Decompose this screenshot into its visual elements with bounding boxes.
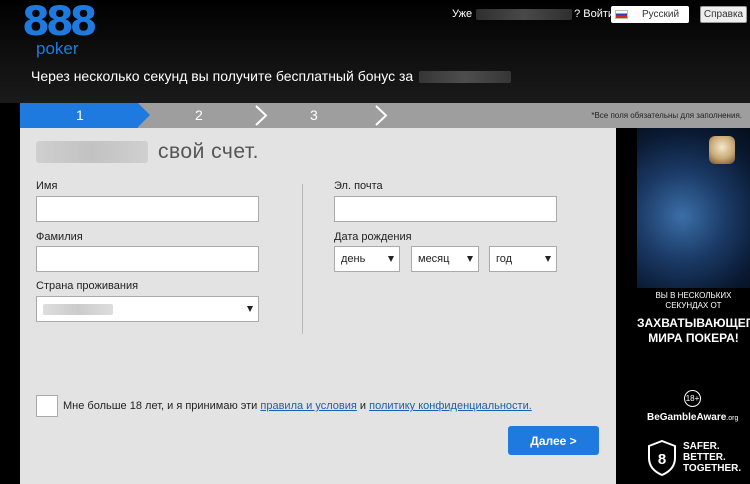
column-divider — [302, 184, 303, 334]
dob-year-select[interactable]: год — [489, 246, 557, 272]
last-name-input[interactable] — [36, 246, 259, 272]
country-select[interactable] — [36, 296, 259, 322]
logo-digits: 888 — [22, 0, 97, 45]
step-3: 3 — [310, 107, 318, 123]
russia-flag-icon — [615, 10, 628, 19]
required-note: *Все поля обязательны для заполнения. — [591, 111, 742, 120]
step-2: 2 — [195, 107, 203, 123]
dob-day-value: день — [341, 253, 366, 265]
dropdown-arrow-icon — [388, 256, 394, 262]
promo-small-text: ВЫ В НЕСКОЛЬКИХ СЕКУНДАХ ОТ — [655, 291, 732, 310]
login-link[interactable]: ? Войти — [574, 8, 614, 21]
agree-prefix: Мне больше 18 лет, и я принимаю эти — [63, 400, 258, 412]
begambleaware-logo: BeGambleAware.org — [647, 412, 738, 425]
blurred-text — [36, 141, 148, 163]
email-label: Эл. почта — [334, 180, 383, 192]
step-active-arrow — [138, 103, 150, 127]
age-terms-checkbox[interactable] — [36, 395, 58, 417]
next-button[interactable]: Далее > — [508, 426, 599, 455]
blurred-text — [43, 303, 113, 315]
header: 888 poker Уже ? Войти Русский Справка Че… — [0, 0, 750, 103]
title-text: свой счет. — [158, 140, 259, 163]
logo-word: poker — [36, 39, 79, 58]
safer-line-2: BETTER. — [683, 452, 726, 463]
chevron-right-icon — [375, 105, 388, 126]
email-input[interactable] — [334, 196, 557, 222]
agree-and: и — [359, 400, 367, 412]
terms-agreement: Мне больше 18 лет, и я принимаю эти прав… — [63, 400, 532, 413]
shield-icon: 8 — [648, 440, 676, 476]
promo-banner[interactable]: ВЫ В НЕСКОЛЬКИХ СЕКУНДАХ ОТ ЗАХВАТЫВАЮЩЕ… — [637, 128, 750, 484]
888poker-logo[interactable]: 888 poker — [22, 0, 102, 60]
gamble-aware-text: BeGambleAware — [647, 412, 727, 423]
dropdown-arrow-icon — [247, 306, 253, 312]
age-18-icon: 18+ — [684, 390, 701, 407]
gamble-aware-suffix: .org — [726, 415, 739, 422]
bulldog-mascot-icon — [709, 136, 735, 164]
country-label: Страна проживания — [36, 280, 139, 292]
blurred-text — [419, 70, 512, 83]
language-label: Русский — [642, 9, 680, 20]
privacy-link[interactable]: политику конфиденциальности. — [369, 400, 532, 412]
promo-headline: ЗАХВАТЫВАЮЩЕГО МИРА ПОКЕРА! — [637, 316, 750, 345]
help-button[interactable]: Справка — [700, 6, 747, 23]
shield-number: 8 — [658, 451, 666, 468]
safer-better-together: SAFER. BETTER. TOGETHER. — [683, 441, 741, 474]
dob-month-value: месяц — [418, 253, 450, 265]
first-name-input[interactable] — [36, 196, 259, 222]
progress-steps: 1 2 3 *Все поля обязательны для заполнен… — [20, 103, 750, 128]
first-name-label: Имя — [36, 180, 58, 192]
step-1: 1 — [76, 107, 84, 123]
safer-line-3: TOGETHER. — [683, 463, 742, 474]
language-selector[interactable]: Русский — [611, 6, 689, 23]
last-name-label: Фамилия — [36, 231, 83, 243]
safer-line-1: SAFER. — [683, 441, 720, 452]
bonus-banner: Через несколько секунд вы получите беспл… — [31, 68, 512, 85]
dob-month-select[interactable]: месяц — [411, 246, 479, 272]
terms-link[interactable]: правила и условия — [260, 400, 356, 412]
chevron-right-icon — [255, 105, 268, 126]
registration-form: свой счет. Имя Фамилия Страна проживания… — [20, 128, 616, 484]
dob-year-value: год — [496, 253, 513, 265]
bonus-text: Через несколько секунд вы получите беспл… — [31, 68, 414, 84]
form-title: свой счет. — [36, 138, 259, 166]
already-label: Уже — [452, 8, 473, 20]
blurred-text — [476, 9, 573, 20]
login-prompt: Уже ? Войти — [452, 8, 614, 21]
dropdown-arrow-icon — [467, 256, 473, 262]
dob-label: Дата рождения — [334, 231, 412, 243]
dob-day-select[interactable]: день — [334, 246, 400, 272]
dropdown-arrow-icon — [545, 256, 551, 262]
